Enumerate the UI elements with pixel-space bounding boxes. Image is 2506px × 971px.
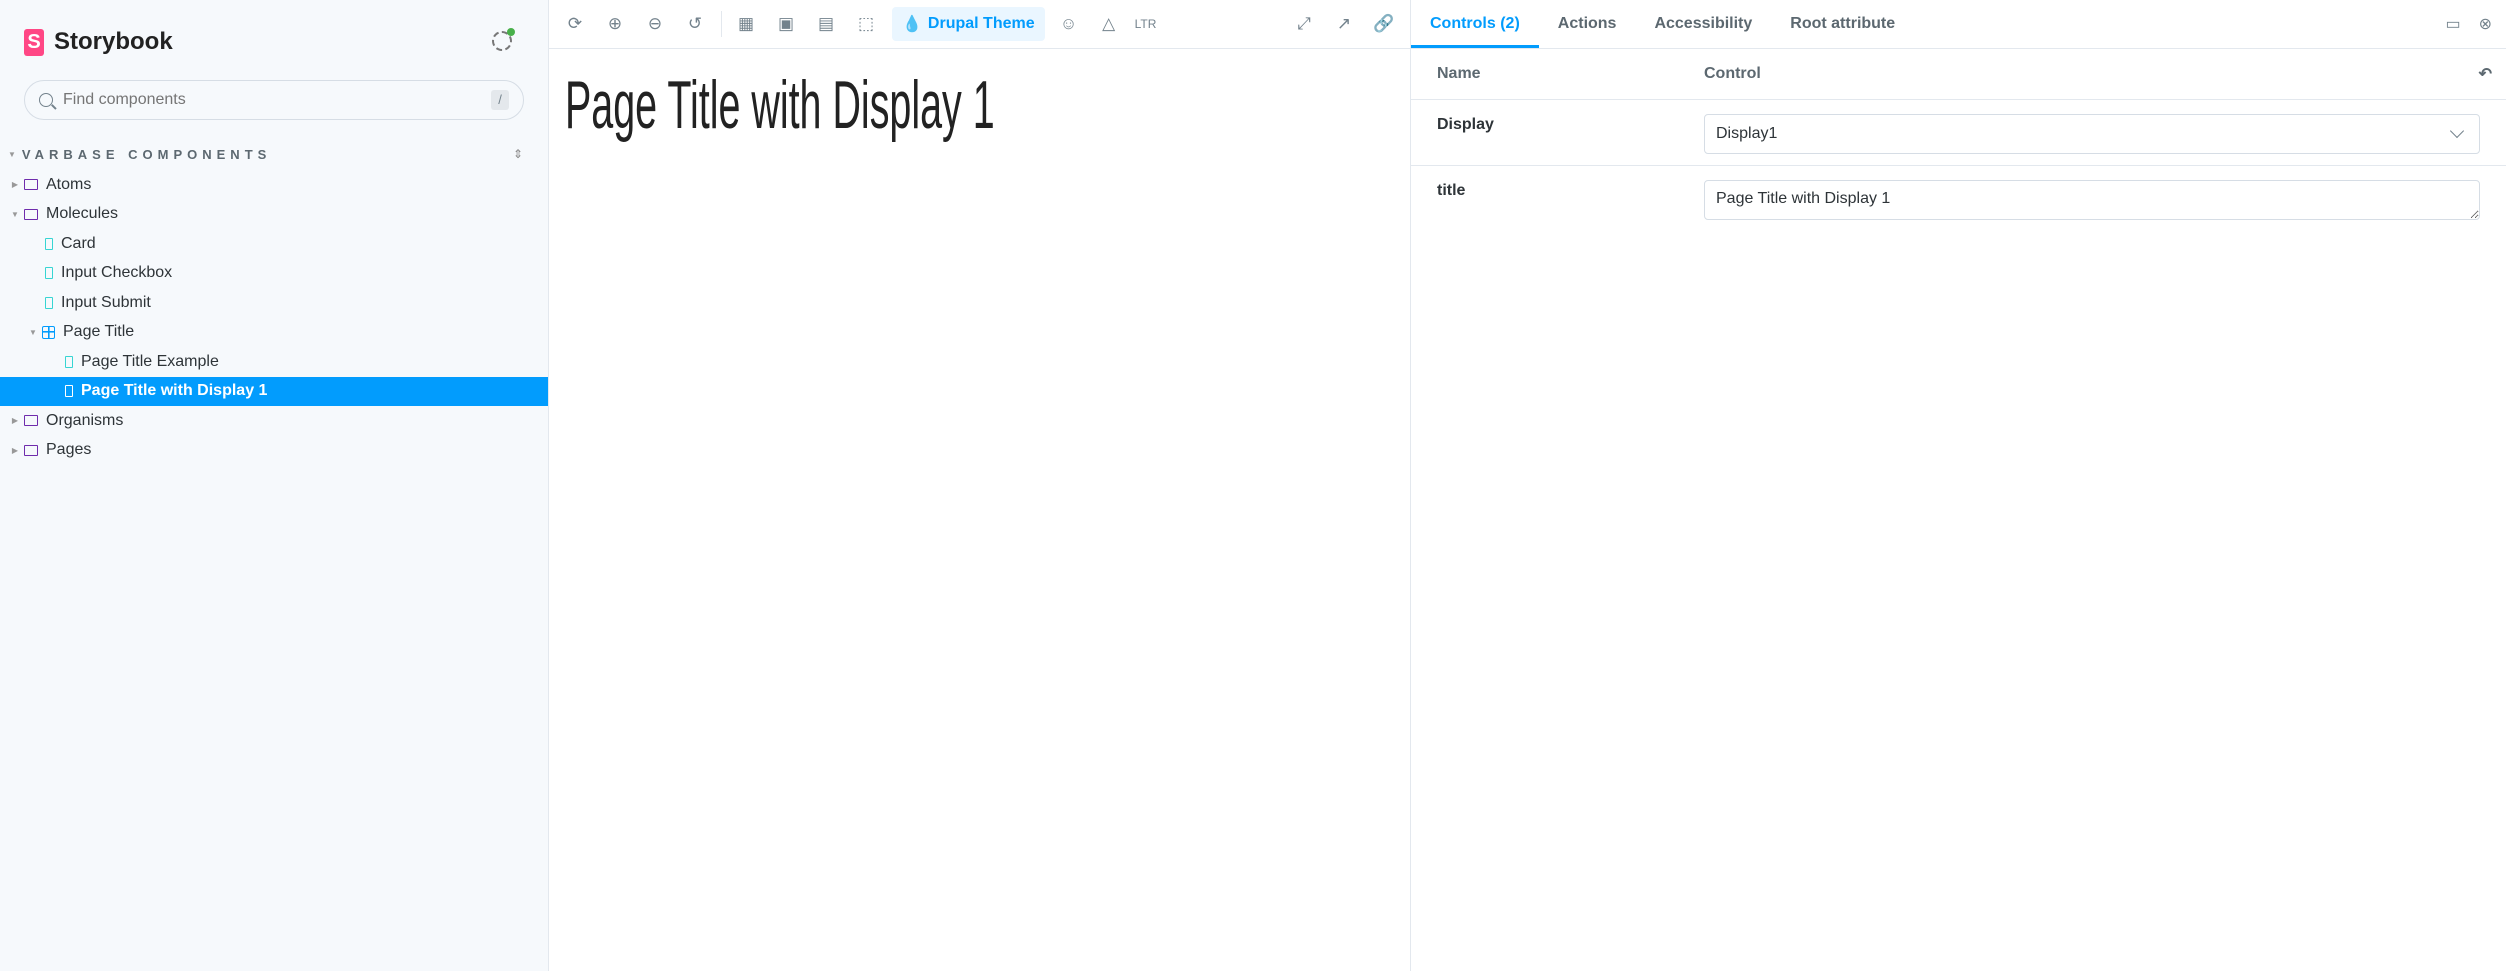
close-icon[interactable]: ⊗: [2479, 14, 2492, 34]
brand-name: Storybook: [54, 28, 173, 55]
preview-toolbar: ⟳ ⊕ ⊖ ↺ ▦ ▣ ▤ ⬚ 💧 Drupal Theme ☺ △ LTR ⤢ …: [549, 0, 1410, 49]
title-textarea[interactable]: Page Title with Display 1: [1704, 180, 2480, 220]
bookmark-icon: [65, 355, 73, 368]
addons-panel: Controls (2) Actions Accessibility Root …: [1410, 0, 2506, 971]
controls-header: Name Control ↶: [1411, 49, 2506, 100]
expand-collapse-icon[interactable]: ⇕: [513, 147, 523, 161]
bookmark-icon: [45, 237, 53, 250]
panel-tabs: Controls (2) Actions Accessibility Root …: [1411, 0, 2506, 49]
settings-gear-icon[interactable]: [492, 28, 515, 51]
sidebar: S Storybook / ▼ VARBASE COMPONENTS ⇕ ▶ At…: [0, 0, 549, 971]
component-icon: [42, 325, 55, 339]
component-tree: ▶ Atoms ▼ Molecules Card Input Checkbox In…: [0, 170, 548, 465]
search-input[interactable]: [63, 91, 491, 109]
folder-icon: [24, 444, 38, 456]
accessibility-icon[interactable]: ☺: [1055, 10, 1083, 38]
panel-position-icon[interactable]: ▭: [2445, 14, 2460, 34]
chevron-right-icon: ▶: [11, 180, 19, 190]
folder-icon: [24, 415, 38, 427]
toolbar-divider: [721, 11, 722, 37]
storybook-logo[interactable]: S Storybook: [24, 28, 173, 56]
theme-label: Drupal Theme: [927, 15, 1035, 32]
tab-accessibility[interactable]: Accessibility: [1635, 0, 1771, 48]
section-varbase-components[interactable]: ▼ VARBASE COMPONENTS ⇕: [8, 144, 523, 164]
zoom-in-icon[interactable]: ⊕: [601, 10, 629, 38]
select-value: Display1: [1716, 125, 1778, 142]
chevron-down-icon: ▼: [8, 149, 16, 159]
tree-item-atoms[interactable]: ▶ Atoms: [0, 170, 548, 200]
bookmark-icon: [45, 267, 53, 280]
reload-icon[interactable]: ⟳: [561, 10, 589, 38]
tree-item-page-title[interactable]: ▼ Page Title: [0, 318, 548, 348]
header-control: Control: [1704, 65, 1761, 82]
tree-item-label: Page Title with Display 1: [81, 382, 268, 400]
page-title: Page Title with Display 1: [565, 67, 995, 143]
bookmark-icon: [45, 296, 53, 309]
grid-icon[interactable]: ▦: [732, 10, 760, 38]
control-row-title: title Page Title with Display 1: [1411, 166, 2506, 232]
chevron-down-icon: ▼: [29, 327, 37, 337]
tab-root-attribute[interactable]: Root attribute: [1771, 0, 1914, 48]
search-shortcut: /: [491, 90, 509, 110]
tree-item-label: Page Title Example: [81, 352, 219, 370]
search-icon: [39, 93, 53, 107]
fullscreen-icon[interactable]: ⤢: [1290, 10, 1318, 38]
vision-simulator-icon[interactable]: △: [1095, 10, 1123, 38]
bookmark-icon: [65, 385, 73, 398]
display-select[interactable]: Display1: [1704, 114, 2480, 154]
header-name: Name: [1437, 65, 1481, 82]
open-new-tab-icon[interactable]: ↗: [1330, 10, 1358, 38]
tree-item-label: Molecules: [46, 205, 119, 223]
folder-icon: [24, 179, 38, 191]
tree-item-organisms[interactable]: ▶ Organisms: [0, 406, 548, 436]
control-label: Display: [1437, 116, 1494, 133]
direction-button[interactable]: LTR: [1135, 17, 1157, 31]
tree-item-label: Pages: [46, 441, 92, 459]
tree-item-label: Input Submit: [61, 293, 151, 311]
storybook-logo-icon: S: [24, 28, 44, 56]
tree-item-input-checkbox[interactable]: Input Checkbox: [0, 259, 548, 289]
tree-item-page-title-example[interactable]: Page Title Example: [0, 347, 548, 377]
drop-icon: 💧: [902, 16, 922, 33]
tab-controls[interactable]: Controls (2): [1411, 0, 1539, 48]
tree-item-pages[interactable]: ▶ Pages: [0, 436, 548, 466]
copy-link-icon[interactable]: 🔗: [1370, 10, 1398, 38]
tree-item-label: Card: [61, 234, 96, 252]
chevron-down-icon: [2449, 123, 2465, 139]
outline-icon[interactable]: ⬚: [852, 10, 880, 38]
tab-actions[interactable]: Actions: [1539, 0, 1636, 48]
tree-item-page-title-with-display-1[interactable]: Page Title with Display 1: [0, 376, 548, 406]
zoom-reset-icon[interactable]: ↺: [681, 10, 709, 38]
chevron-right-icon: ▶: [11, 416, 19, 426]
background-icon[interactable]: ▣: [772, 10, 800, 38]
zoom-out-icon[interactable]: ⊖: [641, 10, 669, 38]
reset-icon[interactable]: ↶: [2479, 64, 2492, 84]
tree-item-label: Atoms: [46, 175, 92, 193]
tree-item-label: Organisms: [46, 411, 124, 429]
chevron-right-icon: ▶: [11, 445, 19, 455]
tree-item-input-submit[interactable]: Input Submit: [0, 288, 548, 318]
theme-button[interactable]: 💧 Drupal Theme: [892, 7, 1045, 41]
control-row-display: Display Display1: [1411, 100, 2506, 166]
tree-item-label: Input Checkbox: [61, 264, 173, 282]
control-label: title: [1437, 182, 1466, 199]
measure-icon[interactable]: ▤: [812, 10, 840, 38]
tree-item-label: Page Title: [63, 323, 135, 341]
search-box[interactable]: /: [24, 80, 524, 120]
section-label: VARBASE COMPONENTS: [21, 146, 272, 162]
folder-icon: [24, 208, 38, 220]
chevron-down-icon: ▼: [11, 209, 19, 219]
tree-item-card[interactable]: Card: [0, 229, 548, 259]
preview-area: ⟳ ⊕ ⊖ ↺ ▦ ▣ ▤ ⬚ 💧 Drupal Theme ☺ △ LTR ⤢ …: [549, 0, 1410, 971]
tree-item-molecules[interactable]: ▼ Molecules: [0, 200, 548, 230]
